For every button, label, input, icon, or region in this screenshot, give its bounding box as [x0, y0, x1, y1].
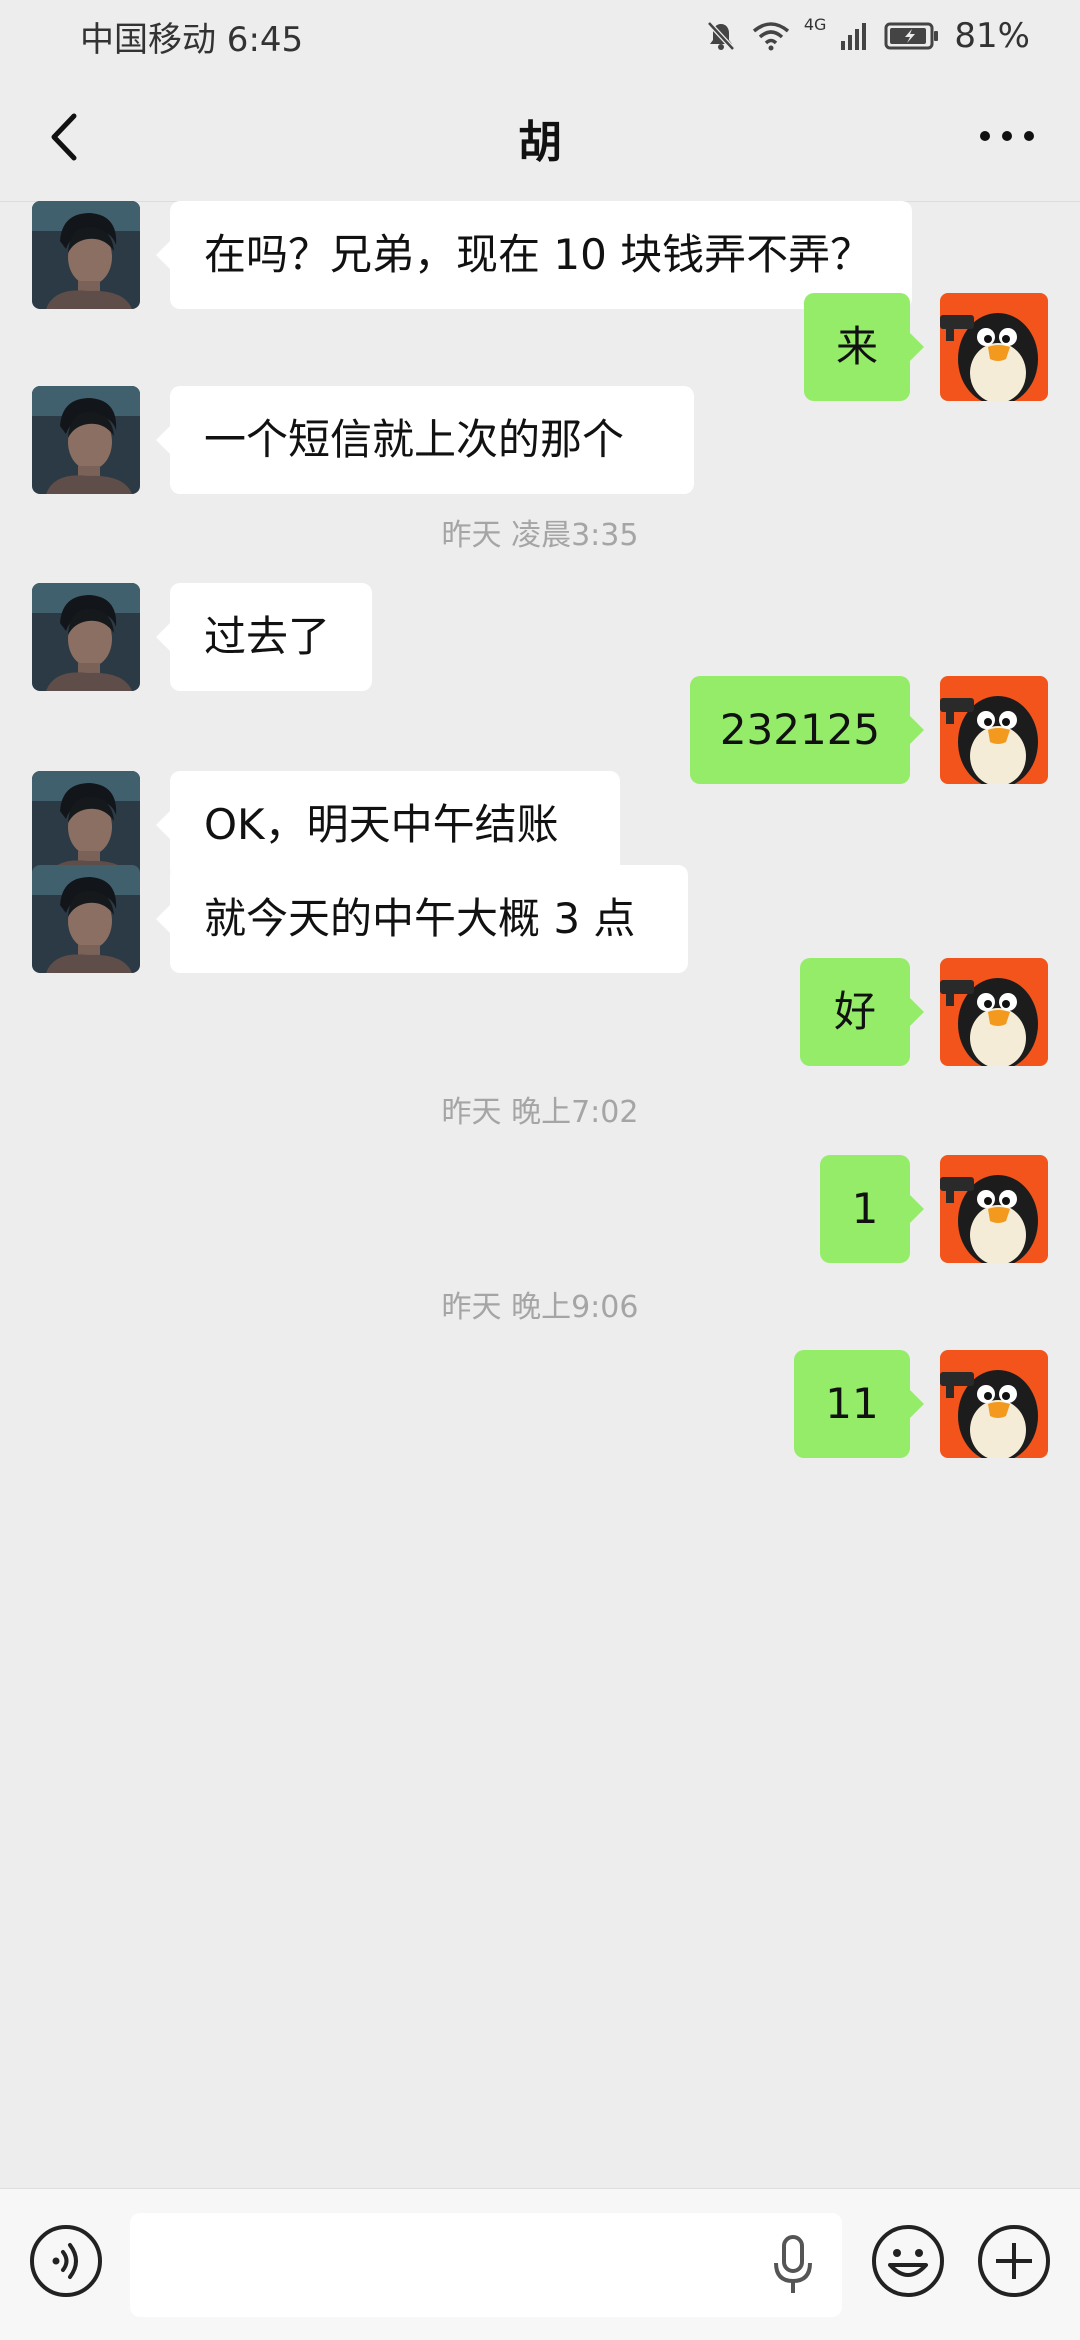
- my-avatar[interactable]: [940, 958, 1048, 1066]
- chat-title: 胡: [518, 117, 562, 168]
- contact-avatar[interactable]: [32, 386, 140, 494]
- received-message-bubble[interactable]: 过去了: [156, 583, 372, 691]
- my-avatar[interactable]: [940, 1350, 1048, 1458]
- battery-icon: [884, 22, 939, 50]
- message-text: 好: [833, 987, 876, 1036]
- network-label: 4G: [803, 14, 827, 34]
- contact-avatar[interactable]: [32, 201, 140, 309]
- my-avatar[interactable]: [940, 293, 1048, 401]
- message-timestamp: 昨天 凌晨3:35: [441, 518, 639, 553]
- nav-bar: 胡: [0, 72, 1080, 202]
- message-timestamp: 昨天 晚上7:02: [441, 1095, 639, 1130]
- received-message-bubble[interactable]: OK，明天中午结账: [156, 771, 620, 879]
- my-avatar[interactable]: [940, 676, 1048, 784]
- received-message-bubble[interactable]: 一个短信就上次的那个: [156, 386, 694, 494]
- contact-avatar[interactable]: [32, 583, 140, 691]
- signal-icon: [841, 23, 867, 50]
- message-text: OK，明天中午结账: [204, 800, 559, 849]
- message-text: 过去了: [204, 612, 331, 661]
- chat-screen: 中国移动 6:45 4G 81% 胡 在吗？兄弟，现在 10 块钱弄不弄？ 来 …: [0, 0, 1080, 2340]
- received-message-bubble[interactable]: 在吗？兄弟，现在 10 块钱弄不弄？: [156, 201, 912, 309]
- status-bar: 中国移动 6:45 4G 81%: [0, 0, 1080, 72]
- microphone-icon[interactable]: [770, 2233, 816, 2299]
- battery-percent: 81%: [954, 16, 1030, 56]
- voice-icon[interactable]: [28, 2223, 104, 2299]
- more-horizontal-icon[interactable]: [972, 116, 1042, 156]
- plus-icon[interactable]: [976, 2223, 1052, 2299]
- status-icons: 4G 81%: [704, 14, 1030, 56]
- message-text: 11: [825, 1379, 879, 1428]
- contact-avatar[interactable]: [32, 771, 140, 879]
- sent-message-bubble[interactable]: 来: [804, 293, 924, 401]
- sent-message-bubble[interactable]: 232125: [690, 676, 924, 784]
- mute-bell-icon: [707, 21, 735, 51]
- message-text: 一个短信就上次的那个: [204, 415, 625, 464]
- carrier-time: 中国移动 6:45: [80, 19, 304, 60]
- message-timestamp: 昨天 晚上9:06: [441, 1290, 639, 1325]
- my-avatar[interactable]: [940, 1155, 1048, 1263]
- message-text: 就今天的中午大概 3 点: [204, 894, 636, 943]
- wifi-icon: [752, 22, 789, 51]
- message-list[interactable]: 昨天 凌晨3:31在吗？兄弟，现在 10 块钱弄不弄？来一个短信就上次的那个昨天…: [0, 201, 1080, 2188]
- received-message-bubble[interactable]: 就今天的中午大概 3 点: [156, 865, 688, 973]
- message-input[interactable]: [130, 2213, 842, 2317]
- contact-avatar[interactable]: [32, 865, 140, 973]
- sent-message-bubble[interactable]: 好: [800, 958, 924, 1066]
- message-text: 1: [851, 1184, 879, 1233]
- input-bar: [0, 2188, 1080, 2340]
- message-text: 232125: [719, 705, 881, 754]
- sent-message-bubble[interactable]: 1: [820, 1155, 924, 1263]
- emoji-icon[interactable]: [870, 2223, 946, 2299]
- message-text: 在吗？兄弟，现在 10 块钱弄不弄？: [204, 230, 873, 279]
- message-text: 来: [835, 322, 878, 371]
- sent-message-bubble[interactable]: 11: [794, 1350, 924, 1458]
